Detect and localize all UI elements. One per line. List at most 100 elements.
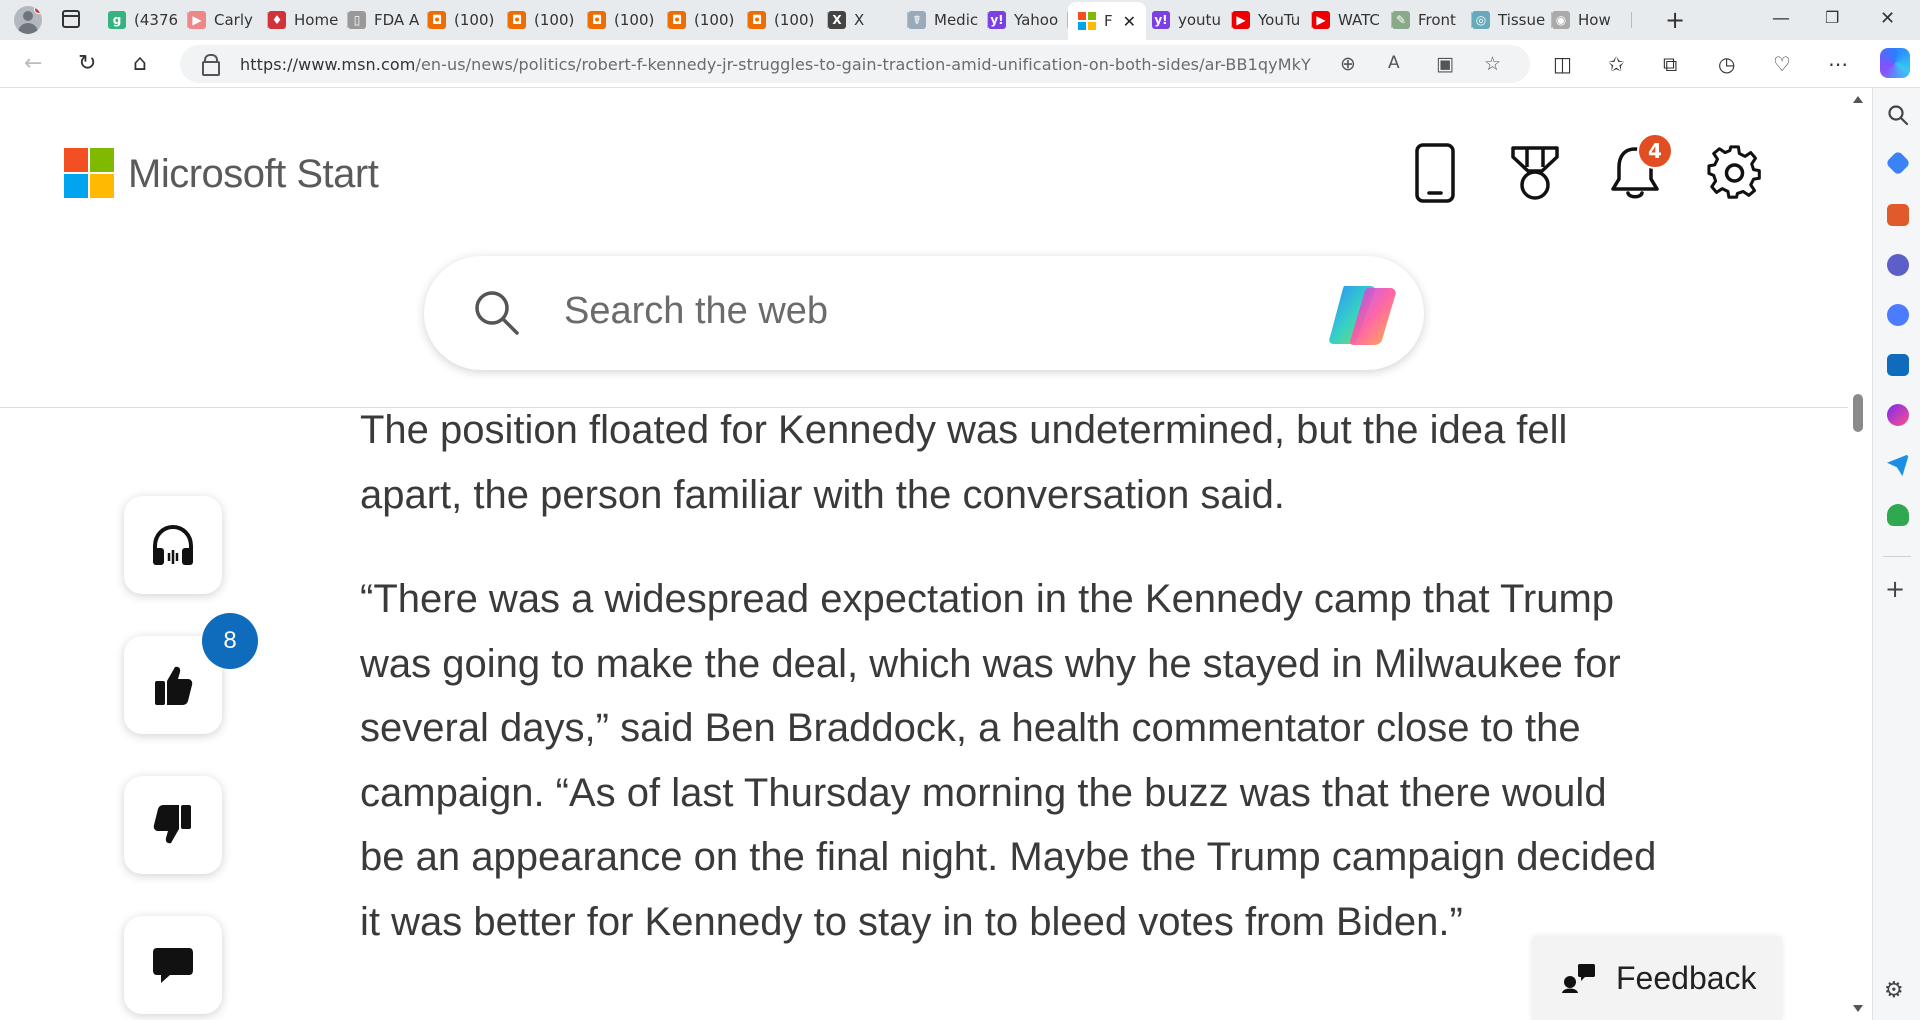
edge-sidebar: [1872, 88, 1920, 1020]
tab-favicon-icon: ◉: [1552, 11, 1570, 29]
more-menu-icon[interactable]: ⋯: [1828, 52, 1848, 76]
dislike-button[interactable]: [124, 776, 222, 874]
sidebar-microsoft365-icon[interactable]: [1887, 304, 1909, 326]
address-bar[interactable]: https://www.msn.com/en-us/news/politics/…: [180, 45, 1530, 83]
tab-strip: g (4376 ▶ Carly ♦ Home ▯ FDA A ◘ (100) ◘ (100) ◘ (100…: [0, 0, 1920, 40]
close-window-icon[interactable]: ✕: [1880, 8, 1895, 29]
tab-close-icon[interactable]: ✕: [1123, 12, 1136, 31]
tab-actions-icon[interactable]: [62, 10, 80, 28]
back-icon[interactable]: ←: [24, 52, 42, 76]
comments-button[interactable]: [124, 916, 222, 1014]
tab-label: WATC: [1338, 11, 1380, 29]
browser-tab[interactable]: ◘ (100): [588, 4, 668, 36]
tab-label: Carly: [214, 11, 253, 29]
browser-tab[interactable]: ▯ FDA A: [348, 4, 428, 36]
collections-icon[interactable]: ⧉: [1663, 52, 1677, 76]
browser-tab[interactable]: ▶ WATC: [1312, 4, 1392, 36]
tab-label: X: [854, 11, 865, 29]
tab-label: YouTu: [1258, 11, 1301, 29]
feedback-icon: [1562, 964, 1595, 993]
browser-tab[interactable]: ☤ Medic: [908, 4, 988, 36]
browser-tab[interactable]: ◘ (100): [748, 4, 828, 36]
listen-button[interactable]: [124, 496, 222, 594]
feedback-button[interactable]: Feedback: [1532, 936, 1782, 1020]
browser-tab[interactable]: XX: [828, 4, 908, 36]
profile-avatar[interactable]: [14, 6, 42, 34]
search-placeholder[interactable]: Search the web: [564, 290, 828, 333]
browser-tab[interactable]: y! Yahoo: [988, 4, 1068, 36]
sidebar-designer-icon[interactable]: [1887, 404, 1909, 426]
settings-gear-icon[interactable]: [1705, 143, 1765, 203]
tab-favicon-icon: ◘: [428, 11, 446, 29]
browser-tab[interactable]: ◘ (100): [508, 4, 588, 36]
copilot-logo-icon[interactable]: [1324, 280, 1400, 350]
comment-icon: [153, 948, 193, 983]
scrollbar-thumb[interactable]: [1853, 394, 1863, 432]
web-search-box[interactable]: Search the web: [424, 256, 1424, 370]
browser-tab[interactable]: ◉ How: [1552, 4, 1632, 36]
sidebar-shopping-tag-icon[interactable]: [1885, 150, 1911, 176]
tab-label: Medic: [934, 11, 979, 29]
tab-favicon-icon: ▶: [1312, 11, 1330, 29]
tab-favicon-icon: ▶: [188, 11, 206, 29]
browser-tab[interactable]: ▶ YouTu: [1232, 4, 1312, 36]
favorites-icon[interactable]: ✩: [1608, 52, 1625, 76]
copilot-sidebar-icon[interactable]: [1880, 48, 1910, 78]
sidebar-outlook-icon[interactable]: [1887, 354, 1909, 376]
browser-essentials-icon[interactable]: ♡: [1773, 52, 1791, 76]
rewards-medal-icon[interactable]: [1505, 143, 1565, 203]
favorite-star-icon[interactable]: ☆: [1484, 53, 1501, 75]
sidebar-tools-icon[interactable]: [1887, 204, 1909, 226]
address-url[interactable]: https://www.msn.com/en-us/news/politics/…: [240, 55, 1311, 74]
tab-favicon-icon: X: [828, 11, 846, 29]
sidebar-settings-icon[interactable]: ⚙: [1884, 978, 1904, 1003]
page-content: Microsoft Start 4 Search the web The pos…: [0, 88, 1848, 1020]
microsoft-logo[interactable]: [64, 148, 116, 200]
sidebar-games-icon[interactable]: [1887, 254, 1909, 276]
tab-favicon-icon: g: [108, 11, 126, 29]
tab-label: (100): [454, 11, 495, 29]
search-icon[interactable]: [472, 288, 520, 340]
sidebar-send-icon[interactable]: [1887, 454, 1909, 476]
browser-tab[interactable]: ♦ Home: [268, 4, 348, 36]
restore-icon[interactable]: ❐: [1825, 8, 1839, 27]
tab-label: youtu: [1178, 11, 1221, 29]
article-viewport: The position floated for Kennedy was und…: [0, 408, 1848, 1020]
tab-label: (100): [614, 11, 655, 29]
mobile-app-icon[interactable]: [1405, 143, 1465, 203]
read-aloud-icon[interactable]: A: [1388, 53, 1400, 73]
browser-tab[interactable]: g (4376: [108, 4, 188, 36]
tab-favicon-icon: y!: [988, 11, 1006, 29]
tab-favicon-icon: ☤: [908, 11, 926, 29]
browser-tab[interactable]: ◎ Tissue: [1472, 4, 1552, 36]
tab-favicon-icon: ▯: [348, 11, 366, 29]
refresh-icon[interactable]: ↻: [78, 52, 96, 76]
browser-tab[interactable]: F ✕: [1068, 2, 1146, 40]
browser-toolbar: ← ↻ ⌂ https://www.msn.com/en-us/news/pol…: [0, 40, 1920, 88]
scroll-up-arrow-icon[interactable]: [1853, 96, 1863, 103]
lock-icon[interactable]: [202, 54, 220, 76]
feedback-label[interactable]: Feedback: [1616, 960, 1757, 997]
immersive-reader-icon[interactable]: ▣: [1436, 53, 1454, 75]
sidebar-add-icon[interactable]: +: [1885, 575, 1905, 603]
sidebar-search-icon[interactable]: [1887, 104, 1909, 126]
browser-tab[interactable]: ▶ Carly: [188, 4, 268, 36]
new-tab-button[interactable]: +: [1665, 6, 1685, 34]
minimize-icon[interactable]: —: [1772, 8, 1790, 29]
notification-count-badge: 4: [1637, 133, 1673, 169]
page-scrollbar[interactable]: [1848, 88, 1868, 1020]
tab-favicon-icon: y!: [1152, 11, 1170, 29]
browser-tab[interactable]: y! youtu: [1152, 4, 1232, 36]
browser-tab[interactable]: ◘ (100): [668, 4, 748, 36]
scroll-down-arrow-icon[interactable]: [1853, 1005, 1863, 1012]
sidebar-drop-icon[interactable]: [1887, 504, 1909, 526]
browser-tab[interactable]: ✎ Front: [1392, 4, 1472, 36]
split-screen-icon[interactable]: ◫: [1553, 52, 1572, 76]
headphones-icon: [153, 524, 193, 565]
history-icon[interactable]: ◷: [1718, 52, 1735, 76]
browser-tab[interactable]: ◘ (100): [428, 4, 508, 36]
brand-title[interactable]: Microsoft Start: [128, 148, 379, 200]
home-icon[interactable]: ⌂: [133, 52, 147, 76]
tab-favicon-icon: ◘: [748, 11, 766, 29]
zoom-icon[interactable]: ⊕: [1340, 53, 1356, 75]
